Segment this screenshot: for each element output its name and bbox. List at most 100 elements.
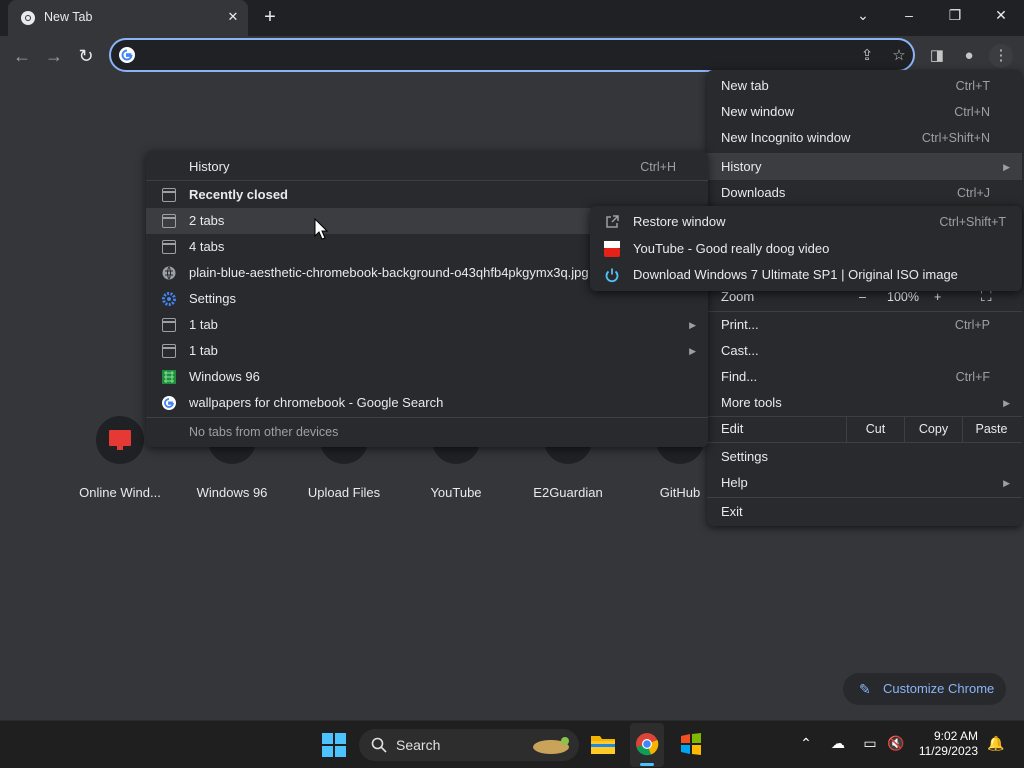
title-bar: New Tab ✕ + ⌄ – ❐ ✕	[0, 0, 1024, 36]
chrome-icon	[636, 733, 659, 756]
menu-label: More tools	[721, 395, 782, 410]
menu-label: Exit	[721, 504, 743, 519]
globe-icon	[162, 266, 176, 280]
menu-label: Windows 96	[189, 369, 260, 384]
youtube-icon	[604, 241, 620, 257]
browser-tab[interactable]: New Tab ✕	[8, 0, 248, 36]
history-item-google-search[interactable]: wallpapers for chromebook - Google Searc…	[146, 390, 708, 416]
restore-item-download[interactable]: Download Windows 7 Ultimate SP1 | Origin…	[590, 262, 1022, 288]
search-icon	[371, 737, 387, 753]
history-item-windows96[interactable]: Windows 96	[146, 364, 708, 390]
history-item-1-tab[interactable]: 1 tab ▶	[146, 338, 708, 364]
share-icon[interactable]: ⇪	[855, 44, 879, 68]
menu-item-help[interactable]: Help ▶	[707, 470, 1022, 496]
menu-item-history[interactable]: History ▶	[707, 154, 1022, 180]
tab-icon	[162, 188, 176, 202]
restore-button[interactable]: ❐	[932, 0, 978, 30]
menu-item-incognito[interactable]: New Incognito window Ctrl+Shift+N	[707, 125, 1022, 151]
back-icon[interactable]: ←	[10, 44, 34, 68]
menu-shortcut: Ctrl+N	[954, 105, 990, 119]
submenu-arrow-icon: ▶	[1003, 478, 1010, 488]
clock-date: 11/29/2023	[918, 744, 978, 758]
menu-item-settings[interactable]: Settings	[707, 444, 1022, 470]
tab-icon	[162, 240, 176, 254]
menu-item-cast[interactable]: Cast...	[707, 338, 1022, 364]
clock-time: 9:02 AM	[933, 729, 978, 743]
footer-label: No tabs from other devices	[189, 425, 339, 439]
shortcut-label: Upload Files	[307, 485, 381, 500]
search-label: Search	[396, 737, 441, 753]
menu-label: 1 tab	[189, 317, 218, 332]
customize-label: Customize Chrome	[883, 681, 995, 696]
gear-icon	[162, 292, 176, 306]
onedrive-icon[interactable]: ☁	[828, 735, 848, 752]
menu-item-edit: Edit Cut Copy Paste	[707, 416, 1022, 442]
volume-icon[interactable]: 🔇	[886, 735, 906, 752]
menu-shortcut: Ctrl+F	[955, 370, 990, 384]
close-button[interactable]: ✕	[978, 0, 1024, 30]
monitor-icon	[96, 416, 144, 464]
menu-item-downloads[interactable]: Downloads Ctrl+J	[707, 180, 1022, 206]
menu-item-more-tools[interactable]: More tools ▶	[707, 390, 1022, 416]
restore-item-youtube[interactable]: YouTube - Good really doog video	[590, 236, 1022, 262]
taskbar-search[interactable]: Search	[359, 729, 579, 761]
system-clock[interactable]: 9:02 AM 11/29/2023	[912, 729, 978, 759]
paste-button[interactable]: Paste	[962, 416, 1020, 442]
menu-item-new-window[interactable]: New window Ctrl+N	[707, 99, 1022, 125]
network-icon[interactable]: ▭	[860, 735, 880, 752]
copy-button[interactable]: Copy	[904, 416, 962, 442]
menu-kebab-icon[interactable]: ⋮	[989, 44, 1013, 68]
menu-shortcut: Ctrl+H	[640, 160, 676, 174]
tab-icon	[162, 344, 176, 358]
forward-icon[interactable]: →	[42, 44, 66, 68]
profile-icon[interactable]: ●	[957, 44, 981, 68]
windows-taskbar: Search ⌃ ☁ ▭ 🔇 9:02 AM 11/29/2023 🔔	[0, 720, 1024, 768]
shortcut-label: YouTube	[430, 485, 482, 500]
menu-item-print[interactable]: Print... Ctrl+P	[707, 312, 1022, 338]
menu-divider	[146, 417, 708, 418]
windows-logo-app-icon[interactable]	[679, 733, 703, 755]
menu-label: Settings	[721, 449, 768, 464]
file-explorer-icon[interactable]	[590, 733, 616, 755]
google-icon	[119, 47, 135, 63]
windows-start-icon[interactable]	[322, 733, 346, 757]
bookmark-star-icon[interactable]: ☆	[887, 44, 911, 68]
menu-label: YouTube - Good really doog video	[633, 241, 830, 256]
side-panel-icon[interactable]: ◨	[925, 44, 949, 68]
menu-label: Zoom	[721, 289, 755, 304]
restore-window-item[interactable]: Restore window Ctrl+Shift+T	[590, 209, 1022, 235]
shortcut-label: E2Guardian	[533, 485, 603, 500]
minimize-button[interactable]: –	[886, 0, 932, 30]
tray-chevron-icon[interactable]: ⌃	[796, 735, 816, 752]
menu-label: Print...	[721, 317, 759, 332]
recently-closed-submenu: Restore window Ctrl+Shift+T YouTube - Go…	[590, 206, 1022, 291]
chrome-taskbar-button[interactable]	[630, 723, 664, 767]
pencil-icon: ✎	[859, 681, 871, 697]
windows96-icon	[162, 370, 176, 384]
menu-divider	[146, 180, 708, 181]
reload-icon[interactable]: ↻	[74, 44, 98, 68]
address-bar[interactable]: ⇪ ☆	[109, 38, 915, 72]
notification-bell-icon[interactable]: 🔔	[986, 735, 1006, 752]
menu-shortcut: Ctrl+P	[954, 318, 990, 332]
cut-button[interactable]: Cut	[846, 416, 904, 442]
customize-chrome-button[interactable]: ✎ Customize Chrome	[843, 673, 1006, 705]
menu-item-find[interactable]: Find... Ctrl+F	[707, 364, 1022, 390]
menu-item-exit[interactable]: Exit	[707, 499, 1022, 525]
active-indicator	[640, 763, 654, 766]
history-header-item[interactable]: History Ctrl+H	[146, 154, 708, 180]
menu-label: Settings	[189, 291, 236, 306]
new-tab-button[interactable]: +	[258, 5, 282, 29]
history-item-1-tab[interactable]: 1 tab ▶	[146, 312, 708, 338]
menu-label: History	[721, 159, 762, 174]
menu-label: Help	[721, 475, 748, 490]
menu-label: Restore window	[633, 214, 726, 229]
history-submenu: History Ctrl+H Recently closed 2 tabs ▶ …	[146, 151, 708, 447]
tab-search-icon[interactable]: ⌄	[840, 0, 886, 30]
tab-icon	[162, 214, 176, 228]
menu-label: Downloads	[721, 185, 786, 200]
tab-close-icon[interactable]: ✕	[224, 8, 242, 26]
search-highlight-icon	[533, 737, 569, 754]
menu-item-new-tab[interactable]: New tab Ctrl+T	[707, 73, 1022, 99]
open-external-icon	[606, 215, 619, 228]
